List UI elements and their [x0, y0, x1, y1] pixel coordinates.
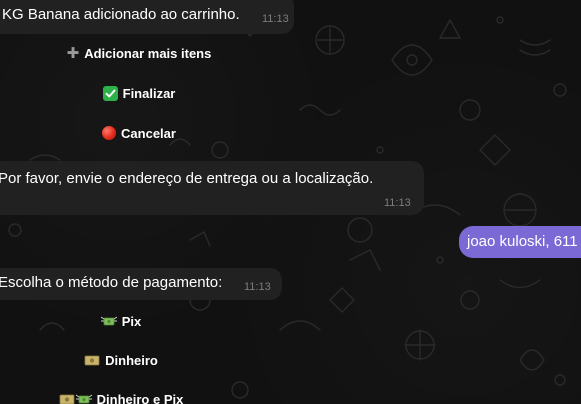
- banknote-icon: [59, 393, 75, 404]
- add-more-items-button[interactable]: ✚ Adicionar mais itens: [40, 39, 238, 67]
- message-text: joao kuloski, 611: [467, 233, 578, 250]
- banknote-icon: [84, 354, 100, 366]
- cancel-label: Cancelar: [121, 125, 176, 141]
- message-time: 11:13: [244, 281, 271, 293]
- message-text: Escolha o método de pagamento:: [0, 274, 223, 291]
- message-bubble-cart-added: KG Banana adicionado ao carrinho. 11:13: [0, 0, 294, 34]
- message-bubble-user-address: joao kuloski, 611: [459, 226, 581, 258]
- money-with-wings-icon: [75, 393, 92, 404]
- cash-button[interactable]: Dinheiro: [22, 346, 220, 374]
- red-circle-icon: [102, 126, 117, 140]
- cash-and-pix-button[interactable]: Dinheiro e Pix: [22, 385, 220, 404]
- plus-icon: ✚: [66, 44, 80, 62]
- message-bubble-address-request: Por favor, envie o endereço de entrega o…: [0, 161, 424, 215]
- message-text: Por favor, envie o endereço de entrega o…: [0, 170, 374, 187]
- cash-and-pix-label: Dinheiro e Pix: [96, 391, 184, 404]
- message-text: KG Banana adicionado ao carrinho.: [2, 6, 240, 23]
- cancel-button[interactable]: Cancelar: [40, 119, 238, 147]
- chat-area: KG Banana adicionado ao carrinho. 11:13 …: [0, 0, 581, 404]
- message-time: 11:13: [384, 197, 411, 209]
- money-with-wings-icon: [100, 315, 118, 327]
- pix-label: Pix: [121, 313, 142, 329]
- finish-button[interactable]: Finalizar: [40, 79, 238, 107]
- add-more-items-label: Adicionar mais itens: [84, 45, 212, 61]
- pix-button[interactable]: Pix: [22, 307, 220, 335]
- message-bubble-payment-method: Escolha o método de pagamento: 11:13: [0, 268, 282, 300]
- finish-label: Finalizar: [122, 85, 176, 101]
- message-time: 11:13: [262, 13, 289, 25]
- check-box-icon: [102, 85, 118, 101]
- cash-label: Dinheiro: [105, 352, 158, 368]
